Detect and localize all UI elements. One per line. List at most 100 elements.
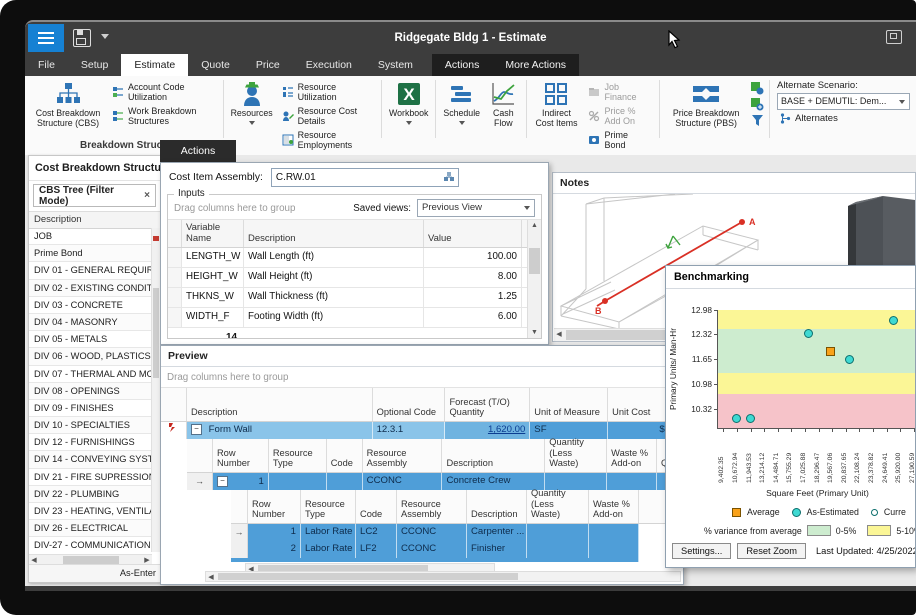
inputs-cell[interactable]: 8.00: [424, 268, 522, 287]
assembly-picker-icon[interactable]: [443, 171, 456, 184]
inputs-row[interactable]: THKNS_WWall Thickness (ft)1.25: [168, 288, 528, 308]
crew-column-header[interactable]: Quantity (Less Waste): [545, 439, 607, 472]
close-icon[interactable]: ×: [144, 190, 150, 201]
cbs-tree-row[interactable]: DIV 10 - SPECIALTIES: [29, 417, 152, 434]
crew-column-header[interactable]: Resource Type: [269, 439, 327, 472]
menu-tab-more-actions[interactable]: More Actions: [492, 54, 579, 76]
inputs-column-header[interactable]: Variable Name: [182, 220, 244, 247]
account-code-utilization-button[interactable]: Account Code Utilization: [109, 81, 218, 103]
scroll-left-icon[interactable]: ◀: [554, 329, 564, 341]
preview-horizontal-scrollbar[interactable]: ◀: [205, 571, 681, 582]
data-point-average[interactable]: [826, 347, 835, 356]
inputs-row[interactable]: LENGTH_WWall Length (ft)100.00: [168, 248, 528, 268]
inputs-cell[interactable]: WIDTH_F: [182, 308, 244, 327]
inputs-cell[interactable]: HEIGHT_W: [182, 268, 244, 287]
price-percent-addon-button[interactable]: Price % Add On: [585, 105, 654, 127]
menu-tab-actions[interactable]: Actions: [432, 54, 492, 76]
cbs-tree-row[interactable]: DIV 04 - MASONRY: [29, 314, 152, 331]
cost-item-assembly-input[interactable]: C.RW.01: [271, 168, 459, 187]
resources-button[interactable]: Resources: [227, 78, 277, 140]
cbs-tree-filter-tab[interactable]: CBS Tree (Filter Mode) ×: [33, 184, 156, 207]
crew-column-header[interactable]: Description: [442, 439, 545, 472]
cbs-tree-row[interactable]: DIV 05 - METALS: [29, 331, 152, 348]
resource-detail-row[interactable]: 2Labor RateLF2CCONCFinisher: [231, 541, 683, 558]
inputs-cell[interactable]: Wall Height (ft): [244, 268, 424, 287]
crew-column-header[interactable]: [187, 439, 213, 472]
cbs-tree-row[interactable]: DIV 26 - ELECTRICAL: [29, 520, 152, 537]
scroll-up-icon[interactable]: ▲: [528, 220, 541, 231]
reset-zoom-button[interactable]: Reset Zoom: [737, 543, 806, 559]
window-layout-icon[interactable]: [886, 30, 902, 44]
preview-column-header[interactable]: Forecast (T/O) Quantity: [445, 388, 530, 421]
indirect-cost-items-button[interactable]: Indirect Cost Items: [529, 78, 583, 140]
scroll-left-icon[interactable]: ◀: [206, 572, 216, 581]
concrete-crew-row[interactable]: → − 1 CCONC Concrete Crew: [187, 473, 683, 490]
form-wall-row[interactable]: − Form Wall 12.3.1 1,620.00 SF $3.8: [161, 422, 683, 439]
inputs-row[interactable]: WIDTH_FFooting Width (ft)6.00: [168, 308, 528, 328]
hamburger-menu-button[interactable]: [28, 24, 64, 52]
inputs-vertical-scrollbar[interactable]: ▲ ▼: [527, 220, 541, 338]
detail-column-header[interactable]: [231, 490, 248, 523]
crew-column-header[interactable]: Waste % Add-on: [607, 439, 657, 472]
cbs-tree-row[interactable]: DIV 01 - GENERAL REQUIRE...: [29, 262, 152, 279]
job-finance-button[interactable]: Job Finance: [585, 81, 654, 103]
benchmark-scatter-plot[interactable]: [718, 310, 916, 428]
menu-tab-setup[interactable]: Setup: [68, 54, 121, 76]
cbs-button[interactable]: Cost Breakdown Structure (CBS): [29, 78, 107, 140]
prime-bond-button[interactable]: Prime Bond: [585, 129, 654, 151]
schedule-button[interactable]: Schedule: [439, 78, 484, 140]
cbs-tree-row[interactable]: DIV 08 - OPENINGS: [29, 383, 152, 400]
detail-column-header[interactable]: Description: [467, 490, 527, 523]
detail-column-header[interactable]: Quantity (Less Waste): [527, 490, 589, 523]
detail-column-header[interactable]: Waste % Add-on: [589, 490, 639, 523]
pbs-tool-icon-2[interactable]: [751, 98, 764, 111]
collapse-icon[interactable]: −: [191, 424, 202, 435]
cbs-tree-row[interactable]: Prime Bond: [29, 245, 152, 262]
preview-column-header[interactable]: Unit of Measure: [530, 388, 608, 421]
cash-flow-button[interactable]: Cash Flow: [484, 78, 523, 140]
cbs-tree-row[interactable]: DIV 12 - FURNISHINGS: [29, 434, 152, 451]
menu-tab-execution[interactable]: Execution: [293, 54, 365, 76]
detail-column-header[interactable]: Resource Type: [301, 490, 356, 523]
work-breakdown-structures-button[interactable]: Work Breakdown Structures: [109, 105, 218, 127]
cbs-tree-row[interactable]: DIV 14 - CONVEYING SYSTEMS: [29, 451, 152, 468]
inputs-cell[interactable]: 100.00: [424, 248, 522, 267]
cbs-tree-row[interactable]: DIV 03 - CONCRETE: [29, 297, 152, 314]
alternates-button[interactable]: Alternates: [777, 112, 910, 125]
forecast-quantity-link[interactable]: 1,620.00: [488, 424, 525, 435]
detail-column-header[interactable]: Row Number: [248, 490, 301, 523]
cbs-tree-row[interactable]: DIV 09 - FINISHES: [29, 400, 152, 417]
data-point-as-estimated[interactable]: [845, 355, 854, 364]
cbs-tree-row[interactable]: DIV 22 - PLUMBING: [29, 486, 152, 503]
inputs-cell[interactable]: Wall Length (ft): [244, 248, 424, 267]
saved-views-select[interactable]: Previous View: [417, 199, 535, 217]
cbs-vertical-scrollbar[interactable]: [151, 228, 160, 552]
resource-cost-details-button[interactable]: Resource Cost Details: [279, 105, 377, 127]
actions-window-tab[interactable]: Actions: [160, 140, 236, 162]
crew-column-header[interactable]: Code: [327, 439, 363, 472]
resource-detail-row[interactable]: →1Labor RateLC2CCONCCarpenter ...: [231, 524, 683, 541]
inputs-cell[interactable]: THKNS_W: [182, 288, 244, 307]
cbs-tree-row[interactable]: DIV 06 - WOOD, PLASTICS &...: [29, 348, 152, 365]
alternate-scenario-select[interactable]: BASE + DEMUTIL: Dem...: [777, 93, 910, 110]
menu-tab-price[interactable]: Price: [243, 54, 293, 76]
pbs-tool-icon-1[interactable]: [751, 82, 764, 95]
cbs-tree-row[interactable]: DIV 23 - HEATING, VENTILA...: [29, 503, 152, 520]
description-column-header[interactable]: Description: [29, 211, 160, 229]
quick-access-dropdown-icon[interactable]: [101, 34, 109, 39]
preview-column-header[interactable]: Description: [187, 388, 373, 421]
cbs-tree-row[interactable]: JOB: [29, 228, 152, 245]
cbs-tree-row[interactable]: DIV 02 - EXISTING CONDITI...: [29, 280, 152, 297]
menu-tab-system[interactable]: System: [365, 54, 426, 76]
crew-column-header[interactable]: Row Number: [213, 439, 269, 472]
scroll-down-icon[interactable]: ▼: [528, 327, 541, 338]
collapse-icon[interactable]: −: [217, 476, 228, 487]
pbs-button[interactable]: Price Breakdown Structure (PBS): [663, 78, 749, 140]
cbs-tree-row[interactable]: DIV 21 - FIRE SUPRESSION: [29, 469, 152, 486]
filter-funnel-icon[interactable]: [751, 114, 764, 127]
inputs-column-header[interactable]: Description: [244, 220, 424, 247]
menu-tab-estimate[interactable]: Estimate: [121, 54, 188, 76]
inputs-cell[interactable]: LENGTH_W: [182, 248, 244, 267]
menu-tab-file[interactable]: File: [25, 54, 68, 76]
inputs-cell[interactable]: 6.00: [424, 308, 522, 327]
